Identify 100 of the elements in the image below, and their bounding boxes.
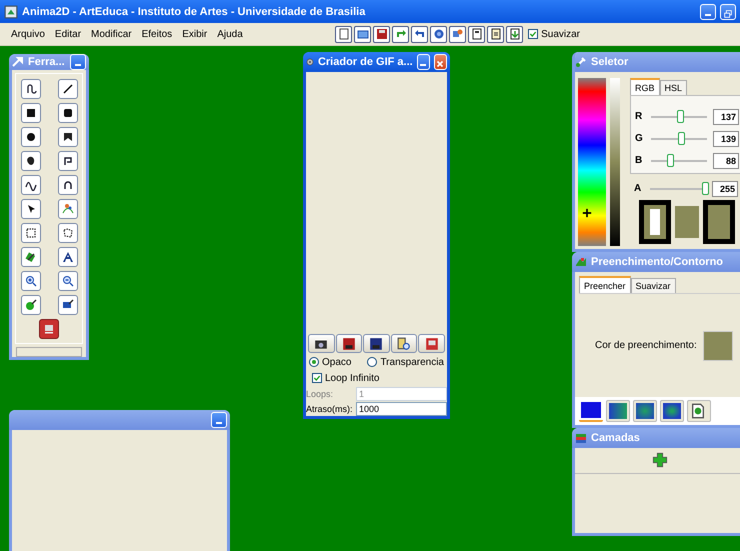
fill-type-button[interactable] xyxy=(633,400,657,422)
channel-label: B xyxy=(635,155,644,166)
minimize-button[interactable] xyxy=(70,54,86,70)
window-title: Camadas xyxy=(591,432,641,444)
toolbar-button[interactable] xyxy=(468,26,486,42)
toolbar-button[interactable] xyxy=(335,26,352,42)
radio-label: Opaco xyxy=(322,356,352,368)
layers-icon xyxy=(575,432,587,444)
menu-item[interactable]: Modificar xyxy=(86,28,137,40)
toolbar-button[interactable] xyxy=(390,334,418,353)
minimize-button[interactable] xyxy=(416,54,430,70)
checkbox[interactable] xyxy=(312,373,322,383)
bucket-icon xyxy=(24,251,36,263)
toolbar-button[interactable] xyxy=(506,26,524,42)
tool-button[interactable] xyxy=(20,175,40,195)
square-icon xyxy=(24,107,36,119)
tab[interactable]: RGB xyxy=(630,78,660,95)
slider-thumb[interactable] xyxy=(677,110,684,122)
window-title: Preenchimento/Contorno xyxy=(591,256,724,268)
channel-label: G xyxy=(635,133,644,144)
fill-type-button[interactable] xyxy=(687,400,711,422)
tool-button[interactable] xyxy=(20,151,40,171)
checkbox[interactable] xyxy=(528,29,538,39)
color-swatch[interactable] xyxy=(703,200,735,244)
close-button[interactable] xyxy=(434,54,447,70)
tool-button[interactable] xyxy=(58,223,78,243)
tool-button[interactable] xyxy=(58,247,78,267)
tool-button[interactable] xyxy=(58,295,78,315)
menu-item[interactable]: Editar xyxy=(50,28,86,40)
fill-swatch-icon xyxy=(636,403,654,419)
toolbar-button[interactable] xyxy=(392,26,410,42)
slider-thumb[interactable] xyxy=(702,182,709,194)
tool-button[interactable] xyxy=(20,199,40,219)
radio-button[interactable] xyxy=(309,357,319,367)
menu-item[interactable]: Exibir xyxy=(177,28,212,40)
radio-button[interactable] xyxy=(367,357,378,367)
tool-button[interactable] xyxy=(58,79,78,99)
color-swatch[interactable] xyxy=(639,200,671,244)
tab[interactable]: Preencher xyxy=(579,276,631,293)
toolbar-button[interactable] xyxy=(373,26,390,42)
color-swatch[interactable] xyxy=(675,206,699,238)
tool-button[interactable] xyxy=(20,271,40,291)
fill-swatch-icon xyxy=(663,403,681,419)
value-field[interactable]: 88 xyxy=(713,152,739,168)
menu-item[interactable]: Efeitos xyxy=(136,28,178,40)
value-field[interactable]: 255 xyxy=(712,180,738,196)
window-title: Anima2D - ArtEduca - Instituto de Artes - Universidade de Brasilia xyxy=(22,6,366,18)
tool-button[interactable] xyxy=(58,127,78,147)
toolbar-button[interactable] xyxy=(430,26,448,42)
fill-type-button[interactable] xyxy=(606,400,630,422)
brightness-bar[interactable] xyxy=(610,78,620,246)
tool-button[interactable] xyxy=(39,319,59,339)
add-layer-button[interactable] xyxy=(650,452,668,470)
tool-button[interactable] xyxy=(20,79,40,99)
document-icon xyxy=(490,28,502,40)
minimize-button[interactable] xyxy=(700,4,716,20)
tool-button[interactable] xyxy=(58,175,78,195)
toolbar-button[interactable] xyxy=(487,26,504,42)
field-label: Cor de preenchimento: xyxy=(595,340,697,351)
field-label: Atraso(ms): xyxy=(306,404,354,414)
fill-type-button[interactable] xyxy=(660,400,684,422)
forward-arrow-icon xyxy=(394,28,407,40)
toolbar-button[interactable] xyxy=(449,26,466,42)
toolbar-button[interactable] xyxy=(308,334,335,353)
toolbar-button[interactable] xyxy=(336,334,362,353)
plus-icon xyxy=(652,452,668,468)
menu-item[interactable]: Ajuda xyxy=(212,28,248,40)
input-field[interactable]: 1000 xyxy=(356,402,447,416)
restore-button[interactable] xyxy=(720,4,736,20)
tool-button[interactable] xyxy=(20,127,40,147)
value-field[interactable]: 137 xyxy=(713,108,739,124)
crosshair-icon xyxy=(582,208,592,218)
toolbar-button[interactable] xyxy=(354,26,372,42)
toolbar-button[interactable] xyxy=(411,26,428,42)
tools-icon xyxy=(12,56,24,68)
tool-button[interactable] xyxy=(20,247,40,267)
tool-button[interactable] xyxy=(58,271,78,291)
tab[interactable]: Suavizar xyxy=(630,278,676,293)
slider-thumb[interactable] xyxy=(666,154,674,166)
frame-icon xyxy=(470,28,483,40)
slider-thumb[interactable] xyxy=(678,132,685,144)
fill-type-button[interactable] xyxy=(579,400,603,422)
arch-icon xyxy=(62,179,74,191)
window-title: Seletor xyxy=(591,56,630,68)
tool-button[interactable] xyxy=(20,103,40,123)
tab[interactable]: HSL xyxy=(660,80,688,95)
rounded-square-icon xyxy=(62,107,74,119)
toolbar-button[interactable] xyxy=(363,334,390,353)
curve-icon xyxy=(24,83,36,95)
minimize-button[interactable] xyxy=(211,412,227,428)
color-spectrum[interactable] xyxy=(578,78,606,246)
tool-button[interactable] xyxy=(58,151,78,171)
export-icon xyxy=(508,28,521,40)
window-title: Criador de GIF a... xyxy=(318,56,413,68)
value-field[interactable]: 139 xyxy=(713,130,739,146)
monitor-icon xyxy=(424,336,439,350)
menu-item[interactable]: Arquivo xyxy=(6,28,50,40)
restore-icon xyxy=(723,8,733,18)
tool-button[interactable] xyxy=(20,223,40,243)
tool-button[interactable] xyxy=(58,103,78,123)
